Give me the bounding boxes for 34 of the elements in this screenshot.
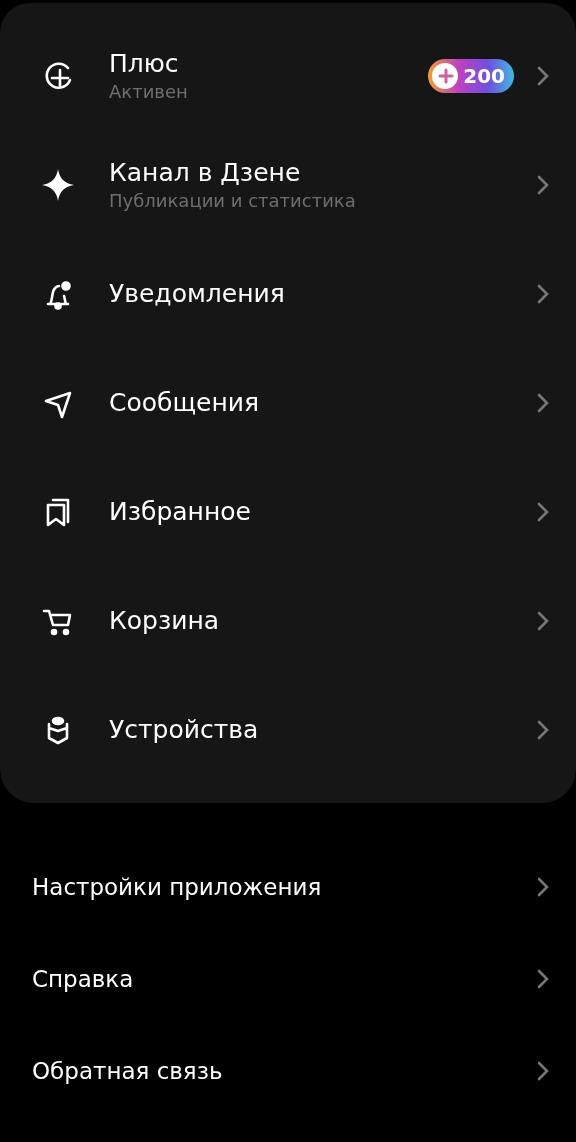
menu-item-subtitle: Публикации и статистика	[109, 189, 357, 212]
chevron-icon	[536, 173, 550, 196]
menu-item-title: Сообщения	[109, 387, 261, 418]
menu-item-title: Уведомления	[109, 278, 286, 309]
menu-item[interactable]: Плюс Активен 200	[0, 21, 576, 130]
settings-item[interactable]: Справка	[0, 933, 576, 1025]
settings-item-title: Настройки приложения	[32, 874, 323, 900]
chevron-icon	[536, 968, 550, 990]
menu-item[interactable]: Устройства	[0, 675, 576, 784]
chevron-icon	[536, 1060, 550, 1082]
menu-item[interactable]: Избранное	[0, 457, 576, 566]
plus-points-icon	[431, 61, 460, 90]
menu-item[interactable]: Сообщения	[0, 348, 576, 457]
chevron-icon	[536, 500, 550, 523]
menu-item[interactable]: Канал в Дзене Публикации и статистика	[0, 130, 576, 239]
settings-item-title: Справка	[32, 966, 135, 992]
settings-item-title: Обратная связь	[32, 1058, 224, 1084]
settings-item[interactable]: Обратная связь	[0, 1025, 576, 1117]
menu-item-title: Устройства	[109, 714, 260, 745]
chevron-icon	[536, 718, 550, 741]
chevron-icon	[536, 876, 550, 898]
menu-item[interactable]: Корзина	[0, 566, 576, 675]
points-badge: 200	[428, 58, 514, 93]
chevron-icon	[536, 64, 550, 87]
menu-item-subtitle: Активен	[109, 80, 189, 103]
menu-item-title: Избранное	[109, 496, 252, 527]
chevron-icon	[536, 282, 550, 305]
chevron-icon	[536, 609, 550, 632]
settings-item[interactable]: Настройки приложения	[0, 841, 576, 933]
menu-item-title: Плюс	[109, 48, 180, 79]
chevron-icon	[536, 391, 550, 414]
menu-item[interactable]: Уведомления	[0, 239, 576, 348]
menu-item-title: Корзина	[109, 605, 221, 636]
menu-item-title: Канал в Дзене	[109, 157, 302, 188]
